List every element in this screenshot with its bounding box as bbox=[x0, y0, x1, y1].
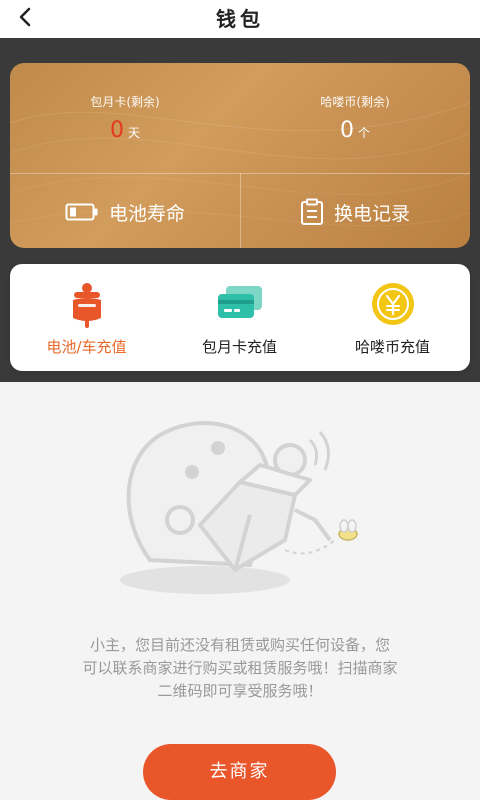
empty-message-line-3: 二维码即可享受服务哦！ bbox=[157, 682, 323, 700]
halou-coin-value: 0 bbox=[339, 118, 354, 143]
halou-coin-recharge-label: 哈喽币充值 bbox=[354, 338, 430, 356]
battery-vehicle-recharge-label: 电池/车充值 bbox=[46, 338, 127, 356]
battery-icon bbox=[65, 203, 98, 221]
swap-records-label: 换电记录 bbox=[333, 202, 410, 225]
monthly-card-value: 0 bbox=[109, 118, 124, 143]
battery-life-button[interactable]: 电池寿命 bbox=[10, 196, 240, 228]
yuan-coin-icon bbox=[371, 283, 414, 325]
monthly-card-recharge-button[interactable]: 包月卡充值 bbox=[163, 264, 316, 371]
battery-life-label: 电池寿命 bbox=[108, 202, 185, 225]
page-title: 钱包 bbox=[216, 7, 264, 31]
empty-state-message: 小主，您目前还没有租赁或购买任何设备，您 可以联系商家进行购买或租赁服务哦！扫描… bbox=[40, 634, 440, 703]
monthly-card-unit: 天 bbox=[127, 126, 140, 140]
clipboard-icon bbox=[300, 198, 323, 225]
halou-coin-recharge-button[interactable]: 哈喽币充值 bbox=[316, 264, 469, 371]
empty-message-line-2: 可以联系商家进行购买或租赁服务哦！扫描商家 bbox=[82, 659, 398, 677]
card-icon bbox=[217, 286, 262, 318]
empty-state-ghost-illustration bbox=[120, 421, 358, 594]
recharge-actions: 电池/车充值 包月卡充值 哈喽币充值 bbox=[10, 264, 470, 371]
top-bar: 钱包 bbox=[0, 0, 480, 38]
scooter-icon bbox=[72, 283, 101, 328]
monthly-card-stat[interactable]: 包月卡(剩余) 0天 bbox=[10, 93, 240, 143]
halou-coin-unit: 个 bbox=[357, 126, 370, 140]
go-to-merchant-button[interactable]: 去商家 bbox=[143, 744, 336, 800]
monthly-card-label: 包月卡(剩余) bbox=[90, 95, 160, 109]
monthly-card-recharge-label: 包月卡充值 bbox=[201, 338, 277, 356]
empty-message-line-1: 小主，您目前还没有租赁或购买任何设备，您 bbox=[89, 636, 390, 654]
swap-records-button[interactable]: 换电记录 bbox=[240, 196, 470, 228]
halou-coin-stat[interactable]: 哈喽币(剩余) 0个 bbox=[240, 93, 470, 143]
halou-coin-label: 哈喽币(剩余) bbox=[320, 95, 390, 109]
wallet-card: 包月卡(剩余) 0天 哈喽币(剩余) 0个 电池寿命 换电记录 bbox=[10, 63, 470, 248]
battery-vehicle-recharge-button[interactable]: 电池/车充值 bbox=[10, 264, 163, 371]
